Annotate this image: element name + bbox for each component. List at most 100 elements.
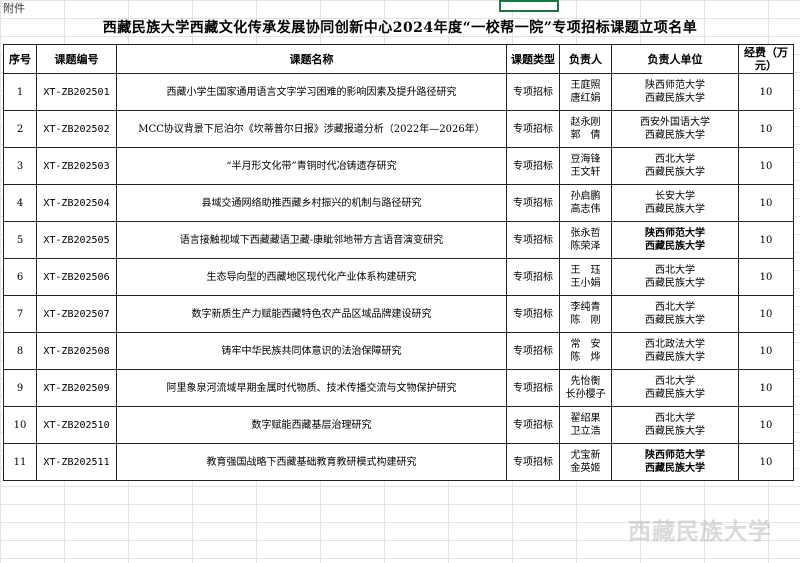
unit-name: 西藏民族大学: [645, 315, 705, 326]
cell-no[interactable]: 9: [3, 369, 37, 407]
cell-code[interactable]: XT-ZB202501: [36, 73, 117, 111]
lead-name: 李纯青: [570, 302, 601, 313]
cell-no[interactable]: 11: [3, 443, 37, 481]
unit-name: 西藏民族大学: [645, 463, 705, 474]
cell-type[interactable]: 专项招标: [506, 221, 560, 259]
unit-name: 西藏民族大学: [645, 204, 705, 215]
cell-no[interactable]: 10: [3, 406, 37, 444]
cell-type[interactable]: 专项招标: [506, 406, 560, 444]
cell-lead[interactable]: 先怡衡 长孙樱子: [559, 369, 612, 407]
cell-unit[interactable]: 西北政法大学 西藏民族大学: [611, 332, 739, 370]
cell-code[interactable]: XT-ZB202504: [36, 184, 117, 222]
cell-no[interactable]: 5: [3, 221, 37, 259]
cell-fund[interactable]: 10: [738, 184, 794, 222]
lead-name: 先怡衡: [570, 376, 601, 387]
unit-name: 陕西师范大学: [645, 450, 705, 461]
cell-unit[interactable]: 西北大学 西藏民族大学: [611, 369, 739, 407]
cell-type[interactable]: 专项招标: [506, 147, 560, 185]
cell-unit[interactable]: 西北大学 西藏民族大学: [611, 147, 739, 185]
lead-name: 郭 倩: [570, 130, 601, 141]
cell-type[interactable]: 专项招标: [506, 110, 560, 148]
cell-unit[interactable]: 长安大学 西藏民族大学: [611, 184, 739, 222]
cell-name[interactable]: 数字赋能西藏基层治理研究: [116, 406, 507, 444]
cell-code[interactable]: XT-ZB202505: [36, 221, 117, 259]
cell-fund[interactable]: 10: [738, 73, 794, 111]
cell-name[interactable]: MCC协议背景下尼泊尔《坎蒂普尔日报》涉藏报道分析（2022年—2026年）: [116, 110, 507, 148]
cell-fund[interactable]: 10: [738, 221, 794, 259]
cell-lead[interactable]: 翟绍果 卫立浩: [559, 406, 612, 444]
unit-name: 西藏民族大学: [645, 93, 705, 104]
active-cell-selection[interactable]: [499, 0, 559, 12]
cell-fund[interactable]: 10: [738, 110, 794, 148]
cell-type[interactable]: 专项招标: [506, 295, 560, 333]
cell-lead[interactable]: 尤宝新 金英姬: [559, 443, 612, 481]
cell-name[interactable]: 教育强国战略下西藏基础教育教研模式构建研究: [116, 443, 507, 481]
header-name: 课题名称: [116, 44, 507, 74]
cell-code[interactable]: XT-ZB202502: [36, 110, 117, 148]
cell-name[interactable]: 阿里象泉河流域早期金属时代物质、技术传播交流与文物保护研究: [116, 369, 507, 407]
cell-code[interactable]: XT-ZB202507: [36, 295, 117, 333]
header-type: 课题类型: [506, 44, 560, 74]
cell-fund[interactable]: 10: [738, 258, 794, 296]
table-row: 9 XT-ZB202509 阿里象泉河流域早期金属时代物质、技术传播交流与文物保护研…: [3, 369, 794, 407]
unit-name: 西藏民族大学: [645, 352, 705, 363]
cell-unit[interactable]: 西安外国语大学 西藏民族大学: [611, 110, 739, 148]
cell-unit[interactable]: 陕西师范大学 西藏民族大学: [611, 221, 739, 259]
cell-name[interactable]: 生态导向型的西藏地区现代化产业体系构建研究: [116, 258, 507, 296]
cell-fund[interactable]: 10: [738, 295, 794, 333]
cell-type[interactable]: 专项招标: [506, 443, 560, 481]
cell-no[interactable]: 7: [3, 295, 37, 333]
cell-type[interactable]: 专项招标: [506, 332, 560, 370]
cell-name[interactable]: 西藏小学生国家通用语言文字学习困难的影响因素及提升路径研究: [116, 73, 507, 111]
cell-lead[interactable]: 张永哲 陈荣泽: [559, 221, 612, 259]
cell-code[interactable]: XT-ZB202503: [36, 147, 117, 185]
cell-no[interactable]: 8: [3, 332, 37, 370]
cell-no[interactable]: 6: [3, 258, 37, 296]
cell-code[interactable]: XT-ZB202506: [36, 258, 117, 296]
cell-lead[interactable]: 王 珏王小娟: [559, 258, 612, 296]
cell-fund[interactable]: 10: [738, 369, 794, 407]
cell-lead[interactable]: 豆海锋 王文轩: [559, 147, 612, 185]
cell-lead[interactable]: 李纯青陈 刚: [559, 295, 612, 333]
unit-name: 西北大学: [655, 376, 695, 387]
cell-no[interactable]: 4: [3, 184, 37, 222]
unit-name: 陕西师范大学: [645, 80, 705, 91]
cell-lead[interactable]: 赵永刚郭 倩: [559, 110, 612, 148]
cell-fund[interactable]: 10: [738, 147, 794, 185]
unit-name: 西北大学: [655, 265, 695, 276]
cell-fund[interactable]: 10: [738, 406, 794, 444]
lead-name: 张永哲: [570, 228, 601, 239]
cell-code[interactable]: XT-ZB202510: [36, 406, 117, 444]
cell-type[interactable]: 专项招标: [506, 184, 560, 222]
cell-unit[interactable]: 陕西师范大学 西藏民族大学: [611, 443, 739, 481]
cell-type[interactable]: 专项招标: [506, 369, 560, 407]
unit-name: 西藏民族大学: [645, 167, 705, 178]
lead-name: 唐红娟: [570, 93, 601, 104]
cell-name[interactable]: “半月形文化带”青铜时代冶铸遗存研究: [116, 147, 507, 185]
cell-name[interactable]: 数字新质生产力赋能西藏特色农产品区域品牌建设研究: [116, 295, 507, 333]
cell-unit[interactable]: 西北大学 西藏民族大学: [611, 258, 739, 296]
cell-no[interactable]: 1: [3, 73, 37, 111]
unit-name: 西安外国语大学: [640, 117, 710, 128]
cell-no[interactable]: 2: [3, 110, 37, 148]
cell-no[interactable]: 3: [3, 147, 37, 185]
cell-type[interactable]: 专项招标: [506, 258, 560, 296]
cell-unit[interactable]: 陕西师范大学 西藏民族大学: [611, 73, 739, 111]
cell-name[interactable]: 语言接触视域下西藏藏语卫藏-康眦邻地带方言语音演变研究: [116, 221, 507, 259]
table-row: 8 XT-ZB202508 铸牢中华民族共同体意识的法治保障研究 专项招标常 安陈 烨…: [3, 332, 794, 370]
cell-unit[interactable]: 西北大学 西藏民族大学: [611, 406, 739, 444]
lead-name: 赵永刚: [570, 117, 601, 128]
cell-fund[interactable]: 10: [738, 443, 794, 481]
cell-lead[interactable]: 王庭照 唐红娟: [559, 73, 612, 111]
cell-code[interactable]: XT-ZB202508: [36, 332, 117, 370]
cell-code[interactable]: XT-ZB202511: [36, 443, 117, 481]
cell-name[interactable]: 铸牢中华民族共同体意识的法治保障研究: [116, 332, 507, 370]
cell-type[interactable]: 专项招标: [506, 73, 560, 111]
cell-code[interactable]: XT-ZB202509: [36, 369, 117, 407]
cell-unit[interactable]: 西北大学 西藏民族大学: [611, 295, 739, 333]
table-row: 7 XT-ZB202507 数字新质生产力赋能西藏特色农产品区域品牌建设研究 专项招标…: [3, 295, 794, 333]
cell-fund[interactable]: 10: [738, 332, 794, 370]
cell-name[interactable]: 县域交通网络助推西藏乡村振兴的机制与路径研究: [116, 184, 507, 222]
cell-lead[interactable]: 常 安陈 烨: [559, 332, 612, 370]
cell-lead[interactable]: 孙启鹏 高志伟: [559, 184, 612, 222]
